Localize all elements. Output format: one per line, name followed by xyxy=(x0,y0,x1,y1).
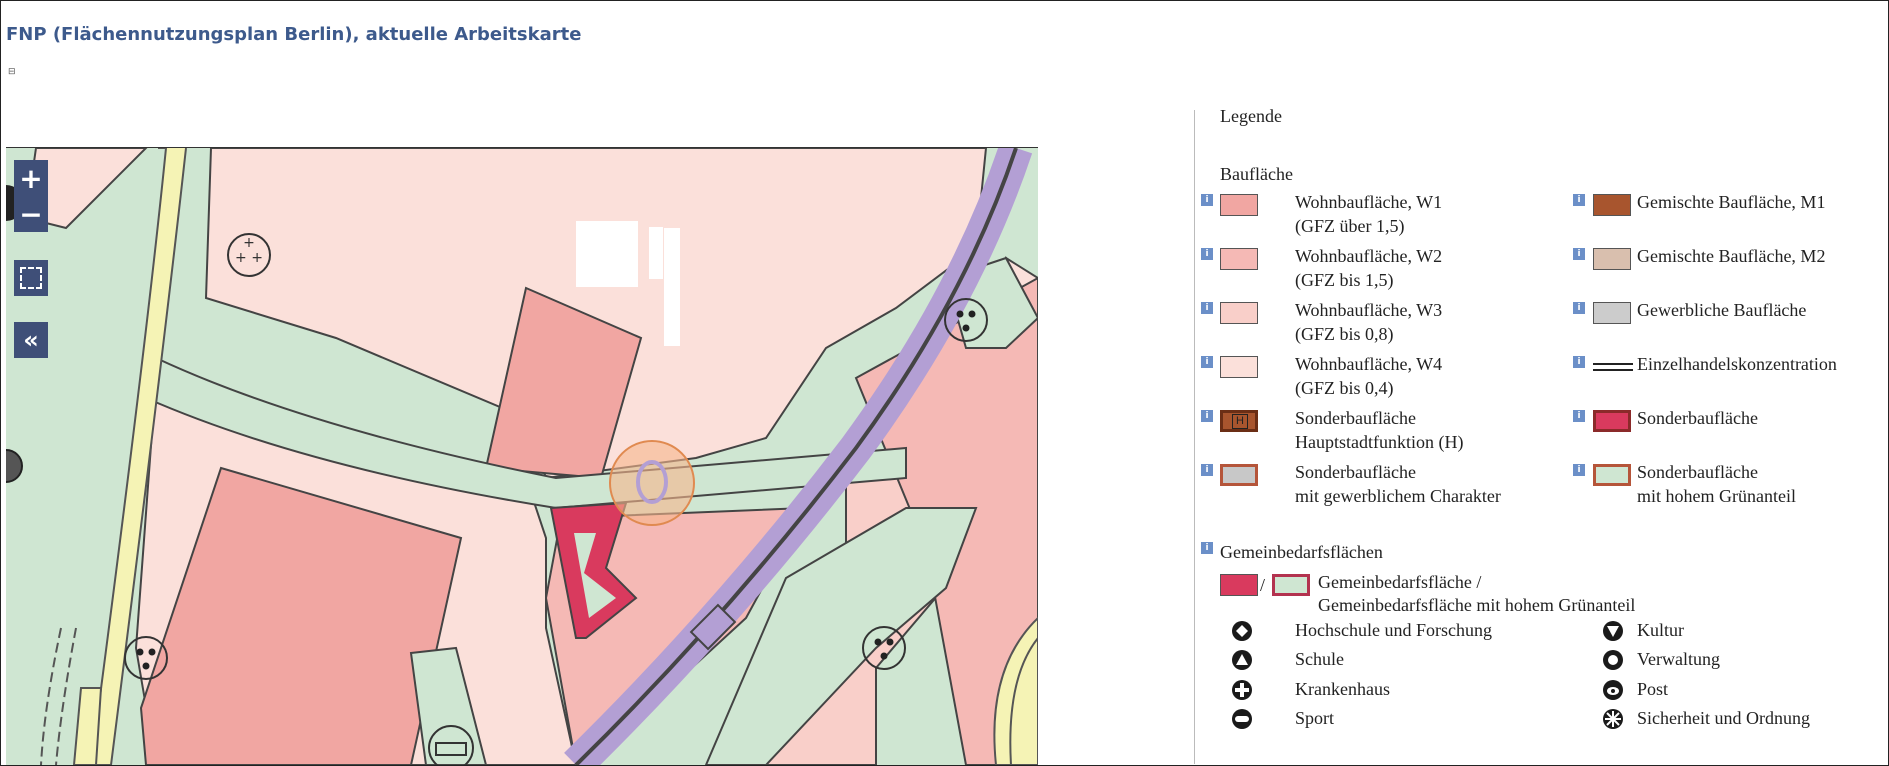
svg-text:+ +: + + xyxy=(235,250,263,266)
info-icon[interactable]: i xyxy=(1201,464,1213,476)
legend-label: mit gewerblichem Charakter xyxy=(1295,486,1501,506)
info-icon[interactable]: i xyxy=(1201,248,1213,260)
gemeinbedarf-heading: Gemeinbedarfsflächen xyxy=(1220,542,1383,562)
schule-icon xyxy=(1231,649,1253,671)
legend-swatch xyxy=(1220,302,1258,324)
legend-label: (GFZ bis 0,4) xyxy=(1295,378,1394,398)
zoom-in-button[interactable]: + xyxy=(14,160,48,196)
info-icon[interactable]: i xyxy=(1573,464,1585,476)
map-view[interactable]: + + + + − « xyxy=(6,147,1038,765)
legend-label: Sonderbaufläche xyxy=(1295,408,1416,428)
legend-label: (GFZ bis 1,5) xyxy=(1295,270,1394,290)
white-patch xyxy=(649,227,663,279)
legend-label: Wohnbaufläche, W2 xyxy=(1295,246,1443,266)
symbol-label: Sicherheit und Ordnung xyxy=(1637,708,1810,728)
kultur-icon xyxy=(1602,620,1624,642)
fullscreen-button[interactable] xyxy=(14,260,48,296)
symbol-label: Hochschule und Forschung xyxy=(1295,620,1492,640)
gemeinbedarf-separator: / xyxy=(1260,575,1266,595)
collapse-panel-button[interactable]: « xyxy=(14,322,48,358)
symbol-label: Verwaltung xyxy=(1637,649,1720,669)
legend-swatch xyxy=(1593,464,1631,486)
white-patch xyxy=(664,228,680,346)
sport-icon xyxy=(1231,708,1253,730)
legend-label: Einzelhandelskonzentration xyxy=(1637,354,1837,374)
fullscreen-icon xyxy=(20,267,42,289)
info-icon[interactable]: i xyxy=(1573,410,1585,422)
legend-label: mit hohem Grünanteil xyxy=(1637,486,1796,506)
map-canvas[interactable]: + + + xyxy=(6,148,1038,765)
legend-label: Wohnbaufläche, W4 xyxy=(1295,354,1443,374)
legend-swatch xyxy=(1593,410,1631,432)
krankenhaus-icon xyxy=(1231,679,1253,701)
legend-swatch: H xyxy=(1220,410,1258,432)
hochschule-icon xyxy=(1231,620,1253,642)
info-icon[interactable]: i xyxy=(1201,356,1213,368)
legend-label: Wohnbaufläche, W1 xyxy=(1295,192,1443,212)
legend-swatch xyxy=(1593,194,1631,216)
gemeinbedarf-swatch xyxy=(1220,574,1258,596)
info-icon[interactable]: i xyxy=(1573,302,1585,314)
symbol-label: Schule xyxy=(1295,649,1344,669)
legend-label: Gemischte Baufläche, M1 xyxy=(1637,192,1826,212)
legend-swatch xyxy=(1220,464,1258,486)
einzelhandel-line-symbol xyxy=(1593,363,1633,371)
legend-panel: Legende Baufläche i Gemeinbedarfsflächen… xyxy=(1200,0,1889,766)
legend-label: Sonderbaufläche xyxy=(1637,462,1758,482)
legend-label: Wohnbaufläche, W3 xyxy=(1295,300,1443,320)
legend-label: (GFZ über 1,5) xyxy=(1295,216,1405,236)
legend-divider xyxy=(1194,110,1195,764)
hauptstadt-mark: H xyxy=(1232,414,1248,429)
info-icon[interactable]: i xyxy=(1573,248,1585,260)
verwaltung-icon xyxy=(1602,649,1624,671)
expand-icon[interactable]: ⊟ xyxy=(8,66,16,77)
legend-label: Sonderbaufläche xyxy=(1295,462,1416,482)
gemeinbedarf-label-1: Gemeinbedarfsfläche / xyxy=(1318,572,1482,592)
symbol-label: Sport xyxy=(1295,708,1335,728)
legend-label: Sonderbaufläche xyxy=(1637,408,1758,428)
post-icon xyxy=(1602,679,1624,701)
symbol-label: Krankenhaus xyxy=(1295,679,1390,699)
legend-swatch xyxy=(1593,248,1631,270)
white-patch xyxy=(576,221,638,287)
info-icon[interactable]: i xyxy=(1573,194,1585,206)
info-icon[interactable]: i xyxy=(1201,302,1213,314)
info-icon[interactable]: i xyxy=(1201,542,1213,554)
info-icon[interactable]: i xyxy=(1573,356,1585,368)
sicherheit-icon xyxy=(1602,708,1624,730)
legend-label: (GFZ bis 0,8) xyxy=(1295,324,1394,344)
gemeinbedarf-label-2: Gemeinbedarfsfläche mit hohem Grünanteil xyxy=(1318,595,1636,615)
zoom-out-button[interactable]: − xyxy=(14,196,48,232)
page-title: FNP (Flächennutzungsplan Berlin), aktuel… xyxy=(6,24,582,45)
legend-label: Gemischte Baufläche, M2 xyxy=(1637,246,1826,266)
gemeinbedarf-green-swatch xyxy=(1272,574,1310,596)
legend-swatch xyxy=(1220,356,1258,378)
legend-swatch xyxy=(1593,302,1631,324)
symbol-label: Kultur xyxy=(1637,620,1684,640)
info-icon[interactable]: i xyxy=(1201,194,1213,206)
svg-text:+: + xyxy=(243,235,255,251)
bauflaeche-heading: Baufläche xyxy=(1220,164,1293,184)
info-icon[interactable]: i xyxy=(1201,410,1213,422)
legend-swatch xyxy=(1220,248,1258,270)
legend-label: Gewerbliche Baufläche xyxy=(1637,300,1807,320)
legend-title: Legende xyxy=(1220,106,1282,126)
symbol-label: Post xyxy=(1637,679,1669,699)
legend-label: Hauptstadtfunktion (H) xyxy=(1295,432,1464,452)
location-marker xyxy=(609,440,695,526)
legend-swatch xyxy=(1220,194,1258,216)
